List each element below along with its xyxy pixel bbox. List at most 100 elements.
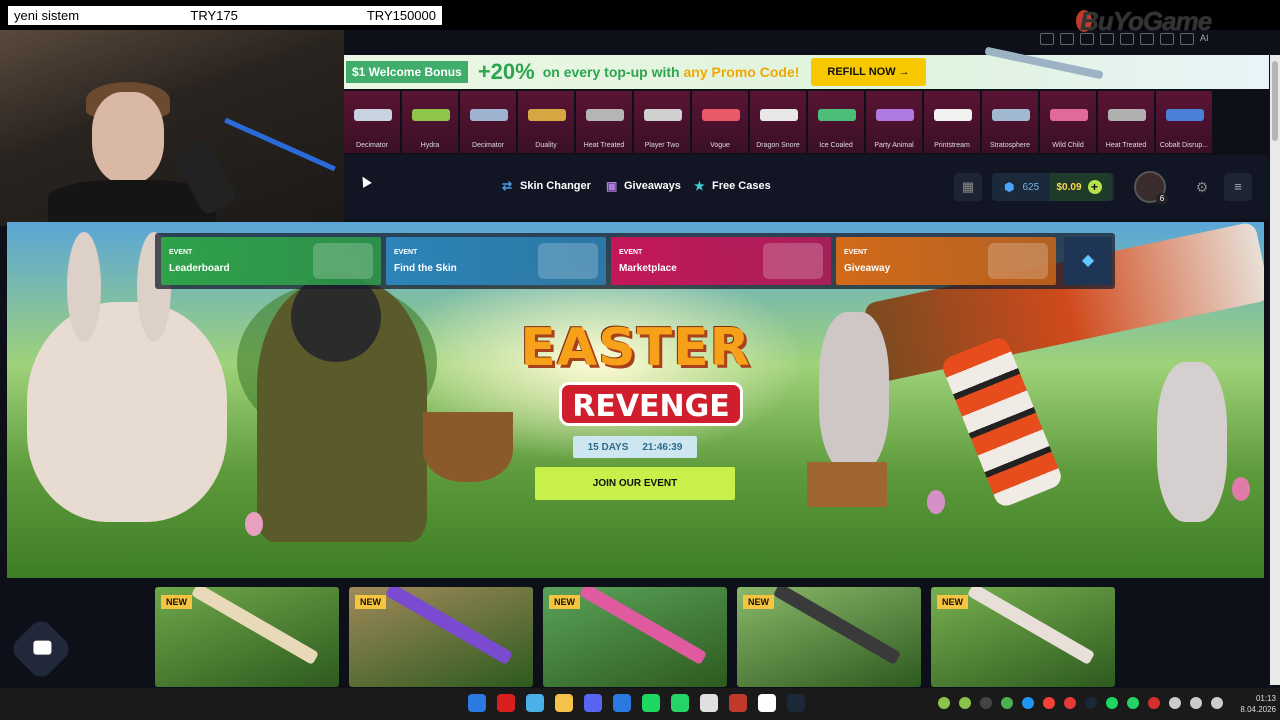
- tray-icon[interactable]: [1085, 697, 1097, 709]
- drop-item[interactable]: Dragon Snore: [750, 91, 806, 153]
- taskbar-clock[interactable]: 01:13 8.04.2026: [1232, 693, 1276, 715]
- drop-item-label: Party Animal: [874, 142, 914, 149]
- taskbar-app-icon[interactable]: [671, 694, 689, 712]
- drop-item[interactable]: Printstream: [924, 91, 980, 153]
- taskbar-apps: [468, 694, 805, 712]
- menu-icon[interactable]: [1180, 33, 1194, 45]
- tray-icon[interactable]: [1001, 697, 1013, 709]
- add-funds-icon[interactable]: +: [1087, 180, 1102, 194]
- tray-icon[interactable]: [1064, 697, 1076, 709]
- tray-icon[interactable]: [959, 697, 971, 709]
- drop-item[interactable]: Hydra: [402, 91, 458, 153]
- taskbar-app-icon[interactable]: [758, 694, 776, 712]
- download-icon[interactable]: [1160, 33, 1174, 45]
- drop-item[interactable]: Cobalt Disrup...: [1156, 91, 1212, 153]
- taskbar-app-icon[interactable]: [526, 694, 544, 712]
- event-card-leaderboard[interactable]: EVENT Leaderboard: [161, 237, 381, 285]
- taskbar-app-icon[interactable]: [613, 694, 631, 712]
- drop-item[interactable]: Party Animal: [866, 91, 922, 153]
- edit-icon[interactable]: [1040, 33, 1054, 45]
- taskbar-app-icon[interactable]: [468, 694, 486, 712]
- tray-icon[interactable]: [938, 697, 950, 709]
- balance-widget[interactable]: ⬢ 625 $0.09 +: [992, 173, 1114, 201]
- gift-button[interactable]: ▦: [954, 173, 982, 201]
- event-tag: EVENT: [394, 249, 418, 256]
- drop-item[interactable]: Decimator: [344, 91, 400, 153]
- event-name: Leaderboard: [169, 263, 230, 274]
- balance-amount[interactable]: $0.09 +: [1050, 173, 1113, 201]
- tray-icon[interactable]: [1106, 697, 1118, 709]
- hamburger-menu-icon[interactable]: ≡: [1224, 173, 1252, 201]
- tray-icon[interactable]: [1190, 697, 1202, 709]
- case-card[interactable]: NEW: [737, 587, 921, 687]
- promo-banner[interactable]: $1 Welcome Bonus +20% on every top-up wi…: [344, 46, 1269, 89]
- taskbar-app-icon[interactable]: [642, 694, 660, 712]
- tray-icon[interactable]: [980, 697, 992, 709]
- drop-item[interactable]: Stratosphere: [982, 91, 1038, 153]
- join-event-button[interactable]: JOIN OUR EVENT: [535, 467, 735, 500]
- diamond-icon[interactable]: ◆: [1064, 237, 1112, 285]
- new-cases-row: NEW NEW NEW NEW NEW: [155, 587, 1115, 687]
- event-card-marketplace[interactable]: EVENT Marketplace: [611, 237, 831, 285]
- drop-item[interactable]: Wild Child: [1040, 91, 1096, 153]
- skin-gun-icon: [354, 109, 392, 121]
- tray-icon[interactable]: [1127, 697, 1139, 709]
- drop-item[interactable]: Heat Treated: [576, 91, 632, 153]
- play-icon[interactable]: [1120, 33, 1134, 45]
- event-card-find-the-skin[interactable]: EVENT Find the Skin: [386, 237, 606, 285]
- tray-icon[interactable]: [1043, 697, 1055, 709]
- top-navbar: ⇄ Skin Changer ▣ Giveaways ★ Free Cases ▦ ⬢…: [344, 155, 1269, 219]
- refill-now-button[interactable]: REFILL NOW →: [811, 58, 926, 86]
- skin-gun-icon: [702, 109, 740, 121]
- page-scrollbar[interactable]: [1270, 55, 1280, 685]
- drop-item[interactable]: Duality: [518, 91, 574, 153]
- drop-item-label: Hydra: [420, 142, 440, 149]
- avatar-level-badge: 6: [1156, 193, 1168, 205]
- drop-item-label: Decimator: [356, 142, 388, 149]
- scrollbar-thumb[interactable]: [1272, 61, 1278, 141]
- settings-gear-icon[interactable]: ⚙: [1188, 173, 1216, 201]
- chat-button[interactable]: [8, 616, 74, 682]
- nav-skin-changer[interactable]: ⇄ Skin Changer: [502, 180, 591, 192]
- taskbar-app-icon[interactable]: [700, 694, 718, 712]
- event-tag: EVENT: [169, 249, 193, 256]
- skin-gun-icon: [1108, 109, 1146, 121]
- drop-item[interactable]: Heat Treated: [1098, 91, 1154, 153]
- nav-free-cases[interactable]: ★ Free Cases: [694, 180, 771, 192]
- skin-gun-icon: [760, 109, 798, 121]
- drop-item-label: Wild Child: [1052, 142, 1084, 149]
- taskbar-app-icon[interactable]: [497, 694, 515, 712]
- tray-icon[interactable]: [1169, 697, 1181, 709]
- overlay-amount-a: TRY175: [190, 8, 238, 23]
- drop-item[interactable]: Decimator: [460, 91, 516, 153]
- taskbar-app-icon[interactable]: [584, 694, 602, 712]
- drop-item-label: Vogue: [710, 142, 730, 149]
- shield-gem-icon: ⬢: [1004, 180, 1015, 194]
- case-card[interactable]: NEW: [543, 587, 727, 687]
- event-card-giveaway[interactable]: EVENT Giveaway: [836, 237, 1056, 285]
- egg-basket: [423, 412, 513, 482]
- taskbar-app-icon[interactable]: [729, 694, 747, 712]
- tray-icon[interactable]: [1211, 697, 1223, 709]
- taskbar-app-icon[interactable]: [555, 694, 573, 712]
- nav-giveaways[interactable]: ▣ Giveaways: [606, 180, 681, 192]
- ai-label[interactable]: AI: [1200, 33, 1209, 45]
- easter-egg: [1232, 477, 1250, 501]
- drop-item[interactable]: Vogue: [692, 91, 748, 153]
- drop-item[interactable]: Player Two: [634, 91, 690, 153]
- drop-item[interactable]: Ice Coaled: [808, 91, 864, 153]
- refresh-icon[interactable]: [1100, 33, 1114, 45]
- user-avatar[interactable]: 6: [1134, 171, 1168, 205]
- nav-free-cases-label: Free Cases: [712, 180, 771, 192]
- case-card[interactable]: NEW: [931, 587, 1115, 687]
- case-card[interactable]: NEW: [349, 587, 533, 687]
- case-skin-image: [966, 587, 1096, 666]
- share-icon[interactable]: [1140, 33, 1154, 45]
- camera-icon[interactable]: [1060, 33, 1074, 45]
- new-badge: NEW: [549, 595, 580, 609]
- tray-icon[interactable]: [1148, 697, 1160, 709]
- case-card[interactable]: NEW: [155, 587, 339, 687]
- taskbar-app-icon[interactable]: [787, 694, 805, 712]
- extension-icon[interactable]: [1080, 33, 1094, 45]
- tray-icon[interactable]: [1022, 697, 1034, 709]
